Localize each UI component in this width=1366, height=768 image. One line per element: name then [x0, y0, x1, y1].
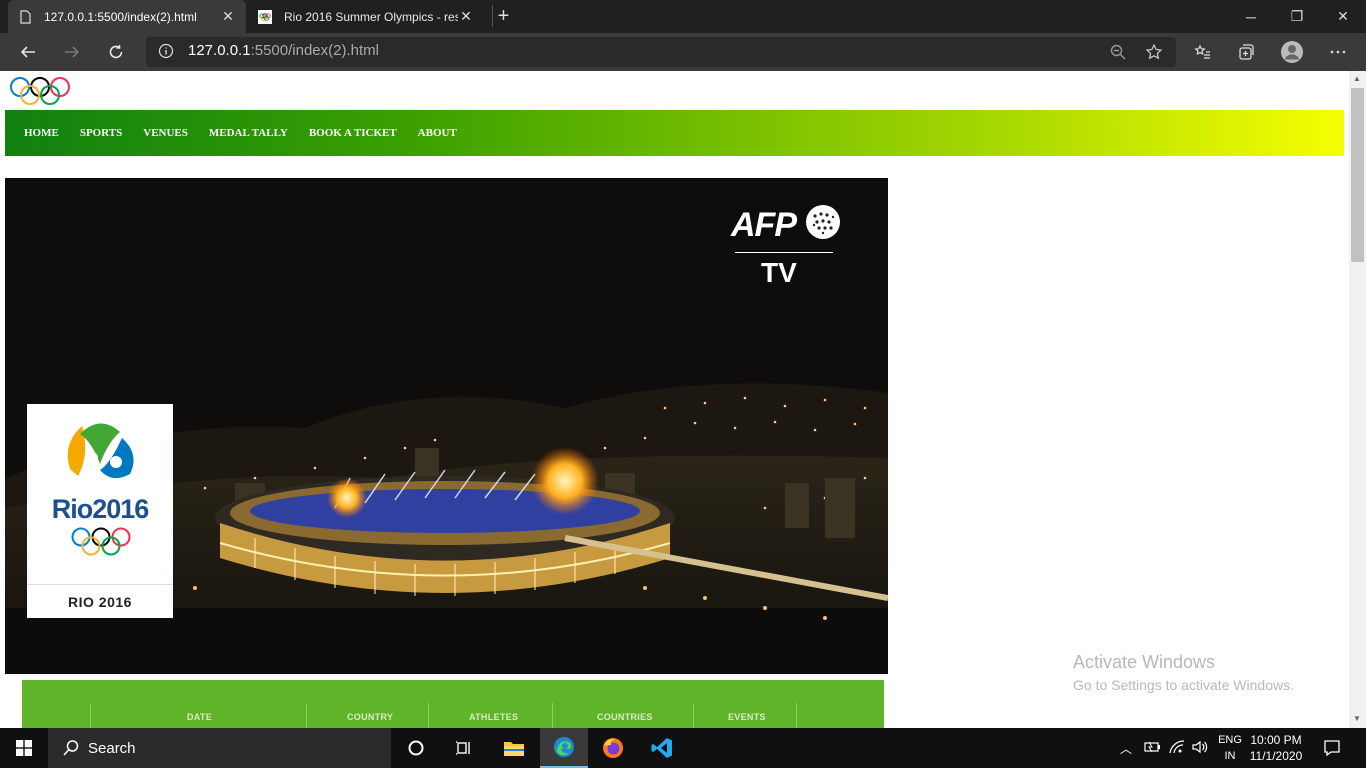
- rio-2016-logo-card[interactable]: Rio2016 RIO 2016: [27, 404, 173, 618]
- tab-local-page[interactable]: 127.0.0.1:5500/index(2).html ✕: [8, 0, 246, 33]
- url-text[interactable]: 127.0.0.1:5500/index(2).html: [188, 42, 379, 59]
- profile-avatar[interactable]: [1276, 36, 1308, 68]
- globe-icon: [806, 205, 840, 239]
- afp-tv-logo: AFP TV: [727, 200, 845, 292]
- search-placeholder: Search: [88, 739, 136, 757]
- favorites-list-icon[interactable]: [1186, 36, 1218, 68]
- back-arrow-icon: [20, 46, 35, 58]
- column-header-country: COUNTRY: [347, 712, 394, 722]
- column-header-events: EVENTS: [728, 712, 766, 722]
- volume-icon[interactable]: [1191, 739, 1209, 760]
- column-header-date: DATE: [187, 712, 213, 722]
- afp-wordmark: AFP: [731, 206, 797, 244]
- edge-taskbar-button[interactable]: [540, 728, 588, 768]
- battery-icon[interactable]: [1144, 739, 1162, 760]
- clock-date: 11/1/2020: [1249, 749, 1303, 763]
- file-explorer-button[interactable]: [490, 728, 538, 768]
- more-menu-icon[interactable]: [1322, 36, 1354, 68]
- close-window-button[interactable]: ✕: [1320, 0, 1366, 33]
- url-path: :5500/index(2).html: [250, 42, 379, 59]
- afp-tv-text: TV: [761, 257, 797, 288]
- close-tab-icon[interactable]: ✕: [458, 8, 474, 25]
- folder-icon: [504, 742, 524, 756]
- new-tab-button[interactable]: +: [492, 5, 514, 27]
- taskbar-search[interactable]: Search: [48, 728, 391, 768]
- refresh-icon: [109, 45, 123, 59]
- zoom-icon[interactable]: [1102, 36, 1134, 68]
- task-view-icon: [456, 741, 470, 755]
- olympic-rings-logo[interactable]: [8, 76, 72, 106]
- rio-2016-emblem-icon: [67, 423, 134, 479]
- tab-title: 127.0.0.1:5500/index(2).html: [44, 9, 197, 24]
- nav-home[interactable]: HOME: [24, 127, 59, 139]
- close-tab-icon[interactable]: ✕: [220, 8, 236, 25]
- language-indicator[interactable]: ENG IN: [1214, 732, 1246, 764]
- logo-caption: RIO 2016: [68, 594, 132, 610]
- column-divider: [693, 703, 694, 728]
- clock-time: 10:00 PM: [1250, 733, 1302, 747]
- forward-arrow-icon: [65, 46, 80, 58]
- column-header-countries: COUNTRIES: [597, 712, 653, 722]
- search-icon: [63, 740, 79, 756]
- start-button[interactable]: [0, 728, 48, 768]
- cortana-button[interactable]: [392, 728, 440, 768]
- restore-button[interactable]: ❐: [1274, 0, 1320, 33]
- forward-button[interactable]: [56, 36, 88, 68]
- firefox-taskbar-button[interactable]: [589, 728, 637, 768]
- info-icon[interactable]: [158, 43, 174, 64]
- rio-2016-wordmark: Rio2016: [51, 494, 150, 524]
- caption-divider: [27, 584, 173, 585]
- notifications-icon[interactable]: [1322, 738, 1342, 763]
- vscode-taskbar-button[interactable]: [638, 728, 686, 768]
- firefox-icon: [603, 738, 623, 758]
- collections-icon[interactable]: [1230, 36, 1262, 68]
- olympic-rings-favicon: [258, 9, 272, 24]
- minimize-button[interactable]: ─: [1228, 0, 1274, 33]
- edge-icon: [554, 737, 574, 757]
- nav-about[interactable]: ABOUT: [418, 127, 457, 139]
- language-code: ENG: [1218, 734, 1242, 746]
- windows-logo-icon: [16, 740, 32, 756]
- scroll-up-arrow-icon[interactable]: ▲: [1353, 74, 1361, 83]
- region-code: IN: [1224, 750, 1236, 762]
- column-divider: [428, 703, 429, 728]
- column-divider: [552, 703, 553, 728]
- afp-divider: [735, 252, 833, 253]
- url-host: 127.0.0.1: [188, 42, 251, 59]
- activate-windows-subtitle: Go to Settings to activate Windows.: [1073, 677, 1294, 693]
- tab-title: Rio 2016 Summer Olympics - res: [284, 9, 458, 24]
- scroll-down-arrow-icon[interactable]: ▼: [1353, 714, 1361, 723]
- olympic-rings-icon: [71, 527, 131, 556]
- cortana-circle-icon: [408, 740, 424, 756]
- refresh-button[interactable]: [100, 36, 132, 68]
- system-clock[interactable]: 10:00 PM 11/1/2020: [1245, 732, 1307, 764]
- scrollbar-thumb[interactable]: [1351, 88, 1364, 262]
- main-navigation: HOME SPORTS VENUES MEDAL TALLY BOOK A TI…: [5, 110, 1344, 156]
- page-icon: [20, 9, 31, 24]
- nav-medal-tally[interactable]: MEDAL TALLY: [209, 127, 288, 139]
- favorite-star-icon[interactable]: [1138, 36, 1170, 68]
- column-divider: [796, 703, 797, 728]
- back-button[interactable]: [12, 36, 44, 68]
- column-header-athletes: ATHLETES: [469, 712, 519, 722]
- task-view-button[interactable]: [440, 728, 488, 768]
- activate-windows-title: Activate Windows: [1073, 652, 1216, 672]
- column-divider: [306, 703, 307, 728]
- nav-venues[interactable]: VENUES: [143, 127, 188, 139]
- column-divider: [90, 703, 91, 728]
- vscode-icon: [651, 738, 672, 758]
- wifi-icon[interactable]: [1168, 739, 1186, 760]
- nav-book-ticket[interactable]: BOOK A TICKET: [309, 127, 397, 139]
- nav-sports[interactable]: SPORTS: [80, 127, 122, 139]
- tab-rio-olympics[interactable]: Rio 2016 Summer Olympics - res ✕: [248, 0, 484, 33]
- show-hidden-icons-chevron-icon[interactable]: ︿: [1120, 740, 1132, 757]
